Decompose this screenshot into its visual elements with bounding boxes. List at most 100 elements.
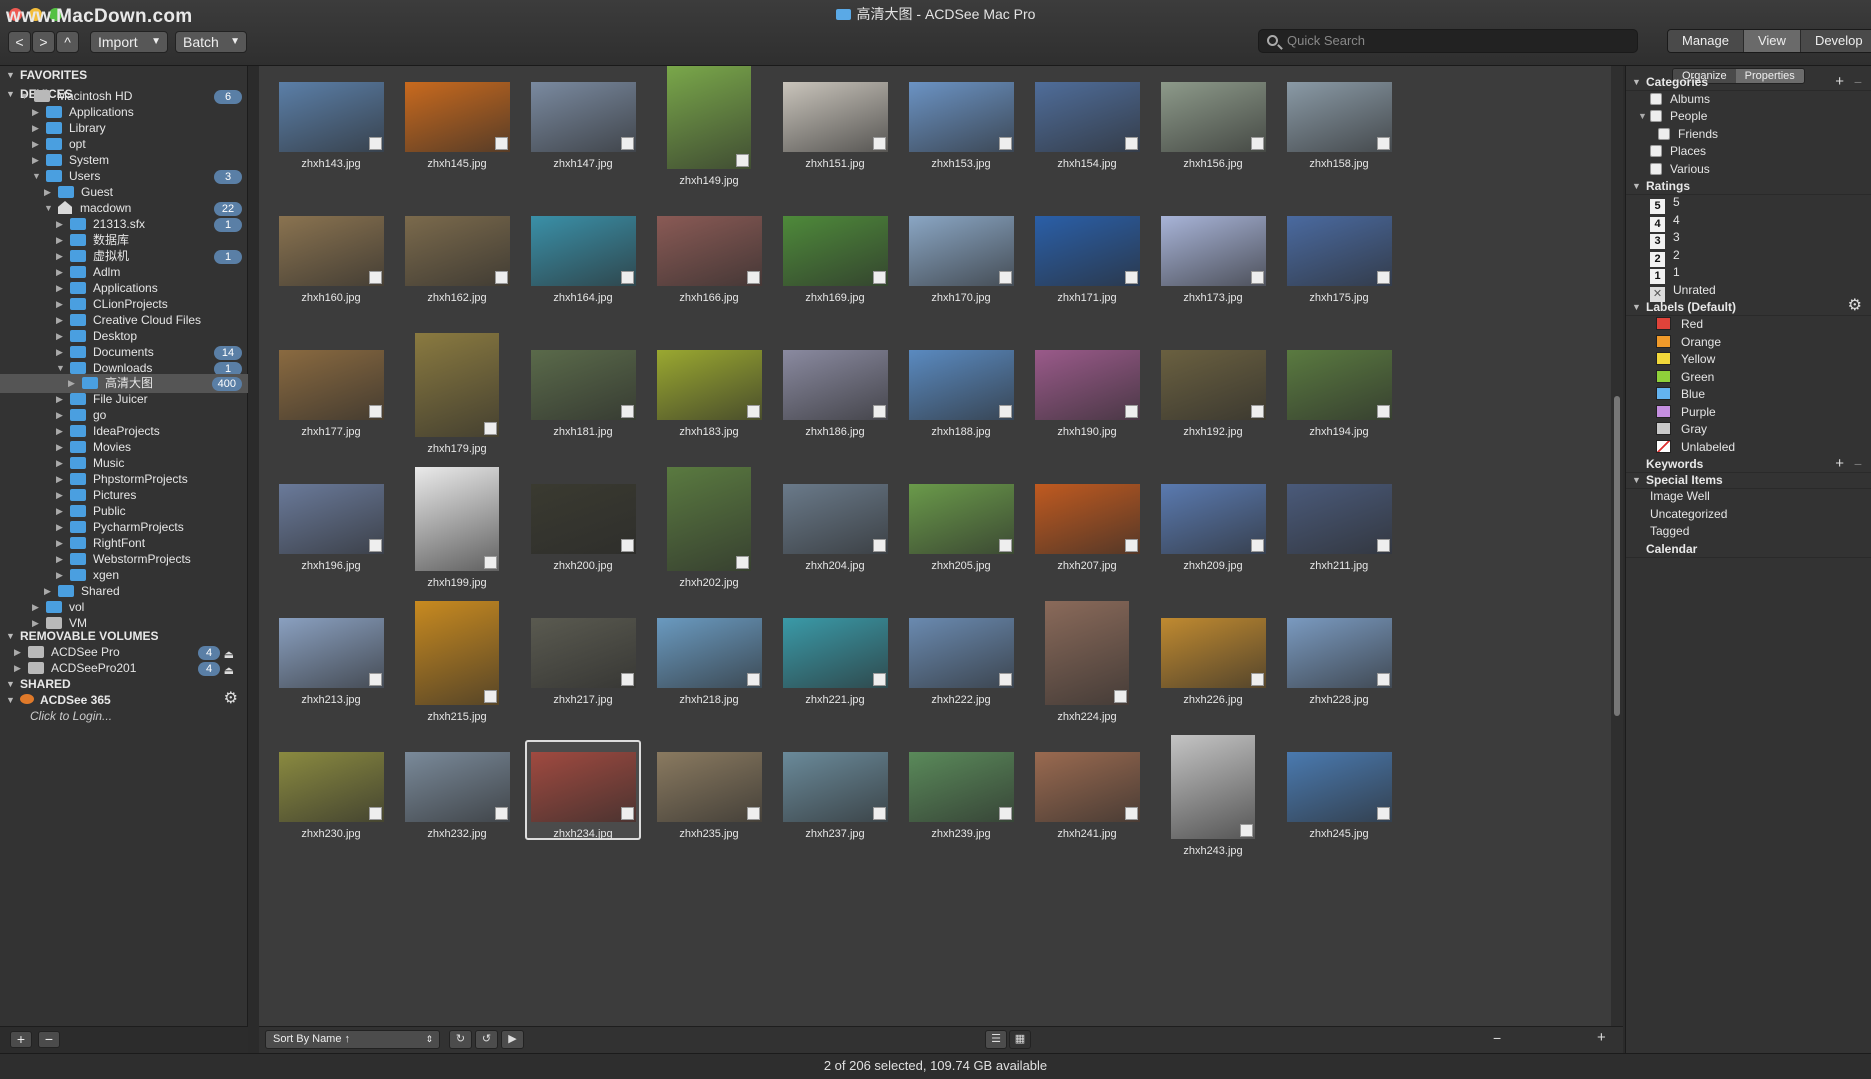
label-item[interactable]: Green — [1656, 368, 1714, 386]
thumbnail-checkbox[interactable] — [1124, 539, 1138, 552]
rating-unrated[interactable]: ✕ Unrated — [1650, 281, 1716, 302]
thumbnail-checkbox[interactable] — [368, 271, 382, 284]
category-checkbox[interactable] — [1658, 128, 1670, 140]
thumbnail-checkbox[interactable] — [1114, 690, 1127, 703]
special-item[interactable]: Image Well — [1650, 487, 1710, 505]
rating-item[interactable]: 11 — [1650, 263, 1680, 285]
thumbnail-checkbox[interactable] — [746, 673, 760, 686]
thumbnail-checkbox[interactable] — [1376, 405, 1390, 418]
thumbnail-checkbox[interactable] — [998, 271, 1012, 284]
thumbnail-checkbox[interactable] — [484, 422, 497, 435]
label-item[interactable]: Gray — [1656, 420, 1707, 438]
zoom-in-icon[interactable]: + — [1597, 1029, 1606, 1046]
develop-mode-button[interactable]: Develop — [1800, 30, 1871, 52]
thumbnail-checkbox[interactable] — [484, 556, 497, 569]
rating-item[interactable]: 44 — [1650, 211, 1680, 232]
calendar-section[interactable]: Calendar — [1626, 540, 1871, 558]
thumbnail-checkbox[interactable] — [1250, 673, 1264, 686]
special-item[interactable]: Tagged — [1650, 522, 1689, 540]
disclosure-open-icon[interactable]: ▼ — [1638, 107, 1647, 125]
thumbnail-checkbox[interactable] — [368, 137, 382, 150]
rating-item[interactable]: 55 — [1650, 193, 1680, 214]
thumbnail-checkbox[interactable] — [872, 539, 886, 552]
remove-icon[interactable]: − — [1854, 73, 1862, 91]
category-item[interactable]: Friends — [1658, 125, 1718, 143]
category-checkbox[interactable] — [1650, 93, 1662, 105]
thumbnail-checkbox[interactable] — [872, 673, 886, 686]
forward-button[interactable]: > — [32, 31, 55, 53]
thumbnail-checkbox[interactable] — [368, 539, 382, 552]
label-item[interactable]: Orange — [1656, 333, 1721, 351]
label-item[interactable]: Purple — [1656, 403, 1716, 421]
thumbnail-checkbox[interactable] — [1250, 539, 1264, 552]
thumbnail-checkbox[interactable] — [368, 807, 382, 820]
thumbnail-checkbox[interactable] — [1250, 405, 1264, 418]
thumbnail-checkbox[interactable] — [494, 271, 508, 284]
thumbnail-checkbox[interactable] — [872, 137, 886, 150]
thumbnail-checkbox[interactable] — [368, 405, 382, 418]
list-view-icon[interactable]: ☰ — [985, 1030, 1007, 1049]
thumbnail-checkbox[interactable] — [998, 539, 1012, 552]
thumbnail-checkbox[interactable] — [620, 405, 634, 418]
thumbnail-checkbox[interactable] — [1250, 137, 1264, 150]
thumbnail-checkbox[interactable] — [736, 154, 749, 167]
thumbnail-checkbox[interactable] — [494, 137, 508, 150]
thumbnail-checkbox[interactable] — [620, 539, 634, 552]
disclosure-open-icon[interactable]: ▼ — [1632, 177, 1641, 195]
thumbnail-checkbox[interactable] — [746, 271, 760, 284]
rating-item[interactable]: 33 — [1650, 228, 1680, 250]
view-mode-button[interactable]: View — [1743, 30, 1801, 52]
disclosure-open-icon[interactable]: ▼ — [1632, 471, 1641, 489]
thumbnail-view-icon[interactable]: ▦ — [1009, 1030, 1031, 1049]
gear-icon[interactable]: ⚙ — [1848, 297, 1862, 315]
gear-icon[interactable]: ⚙ — [224, 690, 238, 708]
category-item[interactable]: Various — [1650, 160, 1710, 178]
remove-button[interactable]: − — [38, 1031, 60, 1048]
label-item[interactable]: Blue — [1656, 385, 1705, 403]
thumbnail-checkbox[interactable] — [368, 673, 382, 686]
back-button[interactable]: < — [8, 31, 31, 53]
category-item[interactable]: Albums — [1650, 90, 1710, 108]
thumbnail-checkbox[interactable] — [872, 807, 886, 820]
thumbnail-checkbox[interactable] — [1124, 807, 1138, 820]
thumbnail-checkbox[interactable] — [736, 556, 749, 569]
label-item[interactable]: Red — [1656, 315, 1703, 333]
category-item[interactable]: Places — [1650, 142, 1706, 160]
grid-scrollbar[interactable] — [1611, 66, 1623, 1026]
rating-item[interactable]: 22 — [1650, 246, 1680, 267]
thumbnail-checkbox[interactable] — [1250, 271, 1264, 284]
thumbnail-checkbox[interactable] — [1124, 271, 1138, 284]
sort-dropdown[interactable]: Sort By Name ↑ ⇕ — [265, 1030, 440, 1049]
label-item[interactable]: Unlabeled — [1656, 438, 1735, 456]
thumbnail-checkbox[interactable] — [484, 690, 497, 703]
favorites-section[interactable]: FAVORITES — [0, 66, 248, 84]
thumbnail-checkbox[interactable] — [746, 405, 760, 418]
thumbnail-checkbox[interactable] — [998, 137, 1012, 150]
thumbnail-checkbox[interactable] — [872, 271, 886, 284]
scroll-thumb[interactable] — [1614, 396, 1620, 716]
click-to-login-link[interactable]: Click to Login... — [30, 709, 112, 723]
labels-section[interactable]: ▼ Labels (Default) ⚙ — [1626, 297, 1871, 316]
thumbnail-checkbox[interactable] — [1376, 673, 1390, 686]
category-checkbox[interactable] — [1650, 163, 1662, 175]
thumbnail-checkbox[interactable] — [998, 405, 1012, 418]
thumbnail-checkbox[interactable] — [998, 673, 1012, 686]
special-item[interactable]: Uncategorized — [1650, 505, 1727, 523]
quick-search-input[interactable]: Quick Search — [1258, 29, 1638, 53]
import-button[interactable]: Import ▼ — [90, 31, 168, 53]
disclosure-open-icon[interactable]: ▼ — [32, 167, 41, 186]
acdsee365-section[interactable]: ACDSee 365 ⚙ — [0, 690, 248, 709]
thumbnail-checkbox[interactable] — [746, 807, 760, 820]
thumbnail-checkbox[interactable] — [620, 137, 634, 150]
disclosure-open-icon[interactable]: ▼ — [20, 87, 29, 106]
thumbnail-checkbox[interactable] — [1240, 824, 1253, 837]
category-item[interactable]: ▼ People — [1638, 107, 1707, 125]
rotate-left-button[interactable]: ↺ — [475, 1030, 498, 1049]
category-checkbox[interactable] — [1650, 110, 1662, 122]
thumbnail-checkbox[interactable] — [1376, 539, 1390, 552]
thumbnail-checkbox[interactable] — [494, 807, 508, 820]
thumbnail-checkbox[interactable] — [1376, 807, 1390, 820]
manage-mode-button[interactable]: Manage — [1668, 30, 1744, 52]
disclosure-open-icon[interactable]: ▼ — [1632, 73, 1641, 91]
categories-section[interactable]: ▼ Categories + − — [1626, 73, 1871, 91]
